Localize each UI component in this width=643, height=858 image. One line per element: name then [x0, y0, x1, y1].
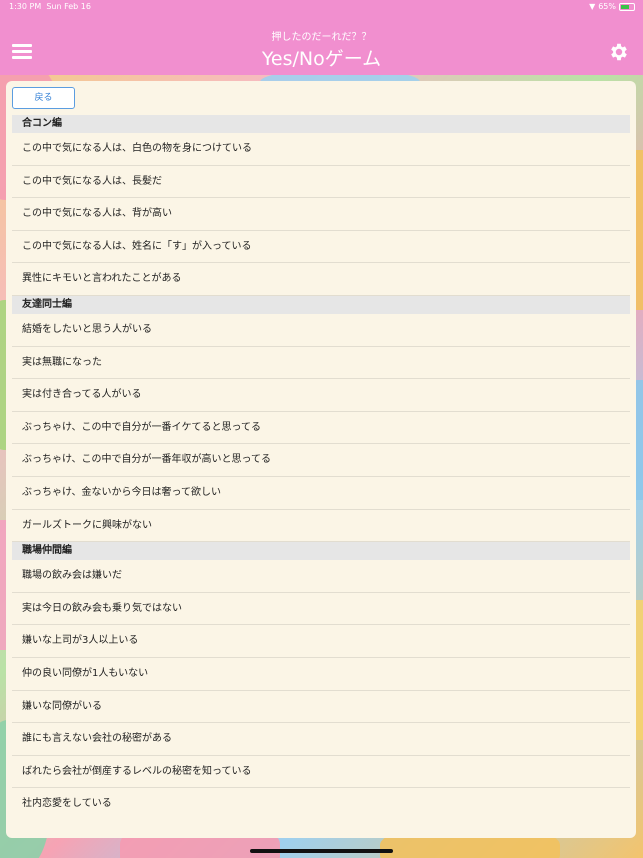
list-item[interactable]: 実は付き合ってる人がいる	[12, 379, 630, 412]
list-item[interactable]: この中で気になる人は、白色の物を身につけている	[12, 133, 630, 166]
list-item[interactable]: この中で気になる人は、姓名に「す」が入っている	[12, 231, 630, 264]
time-text: 1:30 PM	[9, 2, 42, 11]
section-header: 合コン編	[12, 115, 630, 133]
section-header: 友達同士編	[12, 295, 630, 314]
list-item[interactable]: ばれたら会社が倒産するレベルの秘密を知っている	[12, 756, 630, 789]
battery-icon	[619, 3, 635, 11]
list-item[interactable]: 嫌いな上司が3人以上いる	[12, 625, 630, 658]
battery-percent: 65%	[598, 2, 616, 11]
list-item[interactable]: この中で気になる人は、背が高い	[12, 198, 630, 231]
question-list: 合コン編 この中で気になる人は、白色の物を身につけている この中で気になる人は、…	[12, 115, 630, 821]
wifi-icon: ▼	[589, 2, 596, 11]
list-item[interactable]: ぶっちゃけ、金ないから今日は奢って欲しい	[12, 477, 630, 510]
list-item[interactable]: 嫌いな同僚がいる	[12, 691, 630, 724]
question-panel: 戻る 合コン編 この中で気になる人は、白色の物を身につけている この中で気になる…	[6, 81, 636, 838]
status-indicators: ▼ 65%	[589, 0, 635, 14]
list-item[interactable]: 結婚をしたいと思う人がいる	[12, 314, 630, 347]
date-text: Sun Feb 16	[46, 2, 91, 11]
status-bar: 1:30 PM Sun Feb 16 ▼ 65%	[0, 0, 643, 14]
list-item[interactable]: 実は今日の飲み会も乗り気ではない	[12, 593, 630, 626]
nav-subtitle: 押したのだーれだ？？	[271, 32, 372, 43]
back-button[interactable]: 戻る	[12, 87, 75, 109]
home-indicator	[250, 849, 393, 853]
list-item[interactable]: 社内恋愛をしている	[12, 788, 630, 821]
list-item[interactable]: この中で気になる人は、長髪だ	[12, 166, 630, 199]
section-header: 職場仲間編	[12, 542, 630, 561]
status-time: 1:30 PM Sun Feb 16	[9, 0, 91, 14]
list-item[interactable]: ぶっちゃけ、この中で自分が一番年収が高いと思ってる	[12, 444, 630, 477]
list-item[interactable]: 仲の良い同僚が1人もいない	[12, 658, 630, 691]
list-item[interactable]: 誰にも言えない会社の秘密がある	[12, 723, 630, 756]
navigation-bar: 押したのだーれだ？？ Yes/Noゲーム	[0, 14, 643, 75]
list-item[interactable]: ガールズトークに興味がない	[12, 510, 630, 543]
list-item[interactable]: 実は無職になった	[12, 347, 630, 380]
list-item[interactable]: ぶっちゃけ、この中で自分が一番イケてると思ってる	[12, 412, 630, 445]
list-item[interactable]: 職場の飲み会は嫌いだ	[12, 560, 630, 593]
gear-icon[interactable]	[608, 41, 630, 63]
list-item[interactable]: 異性にキモいと言われたことがある	[12, 263, 630, 296]
nav-title: Yes/Noゲーム	[261, 48, 382, 70]
